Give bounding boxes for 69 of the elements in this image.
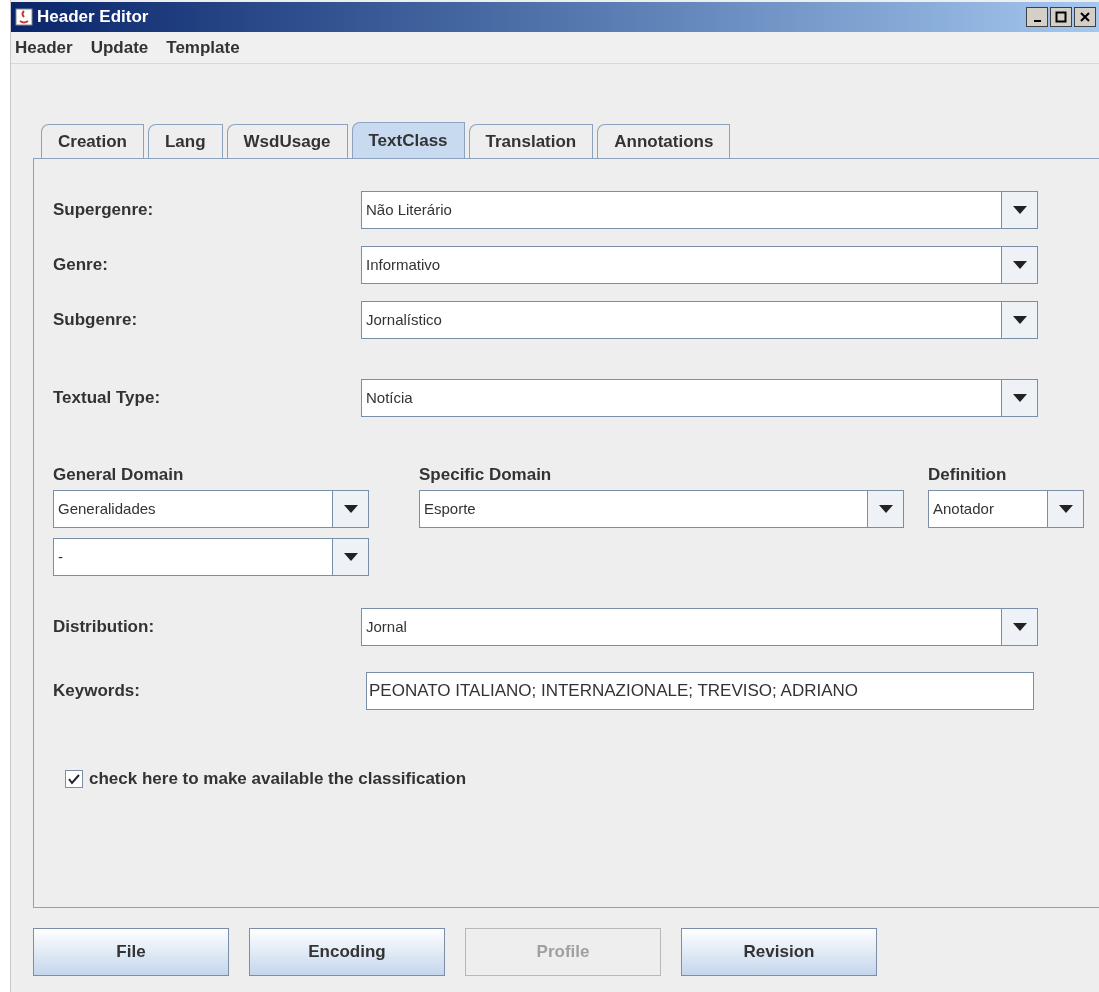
dropdown-value: Notícia bbox=[365, 387, 414, 408]
dropdown[interactable]: Informativo bbox=[361, 246, 1038, 284]
maximize-button[interactable] bbox=[1050, 7, 1072, 27]
field-label: Genre: bbox=[53, 254, 109, 277]
tab[interactable]: WsdUsage bbox=[226, 124, 348, 158]
button[interactable]: Revision bbox=[681, 928, 877, 976]
dropdown-arrow-icon bbox=[1012, 316, 1027, 324]
input-field[interactable]: PEONATO ITALIANO; INTERNAZIONALE; TREVISO; ADRIANO bbox=[366, 672, 1034, 710]
dropdown-arrow-icon bbox=[1012, 394, 1027, 402]
close-button[interactable] bbox=[1074, 7, 1096, 27]
dropdown-arrow-icon bbox=[1012, 206, 1027, 214]
field-label: Textual Type: bbox=[53, 387, 162, 410]
button[interactable]: Encoding bbox=[249, 928, 445, 976]
dropdown-value: Anotador bbox=[932, 498, 995, 519]
field-label: General Domain bbox=[53, 464, 185, 486]
tab[interactable]: TextClass bbox=[351, 122, 465, 158]
window-title: Header Editor bbox=[37, 6, 149, 29]
dropdown[interactable]: Esporte bbox=[419, 490, 904, 528]
dropdown-button[interactable] bbox=[332, 539, 368, 575]
dropdown[interactable]: Não Literário bbox=[361, 191, 1038, 229]
dropdown[interactable]: Notícia bbox=[361, 379, 1038, 417]
dropdown-button[interactable] bbox=[1001, 192, 1037, 228]
field-label: Supergenre: bbox=[53, 199, 155, 222]
dropdown-value: Jornal bbox=[365, 616, 408, 637]
dropdown-value: - bbox=[57, 546, 64, 567]
dropdown-button[interactable] bbox=[867, 491, 903, 527]
field-label: Distribution: bbox=[53, 616, 156, 639]
dropdown-value: Informativo bbox=[365, 254, 442, 275]
menu-item[interactable]: Template bbox=[166, 34, 240, 61]
field-label: Keywords: bbox=[53, 680, 141, 703]
dropdown[interactable]: Jornal bbox=[361, 608, 1038, 646]
dropdown[interactable]: Jornalístico bbox=[361, 301, 1038, 339]
maximize-icon bbox=[1055, 11, 1067, 23]
dropdown-value: Esporte bbox=[423, 498, 477, 519]
dropdown-arrow-icon bbox=[1012, 623, 1027, 631]
tab[interactable]: Lang bbox=[147, 124, 223, 158]
dropdown-arrow-icon bbox=[343, 553, 358, 561]
checkbox-label: check here to make available the classification bbox=[89, 768, 466, 790]
menu-item[interactable]: Header bbox=[15, 34, 73, 61]
dropdown-button[interactable] bbox=[1001, 247, 1037, 283]
dropdown-button[interactable] bbox=[1001, 380, 1037, 416]
menu-item[interactable]: Update bbox=[90, 34, 149, 61]
dropdown[interactable]: Generalidades bbox=[53, 490, 369, 528]
tab[interactable]: Creation bbox=[41, 124, 144, 158]
dropdown-button[interactable] bbox=[1047, 491, 1083, 527]
checkmark-icon bbox=[68, 772, 80, 785]
field-label: Definition bbox=[928, 464, 1008, 486]
dropdown-arrow-icon bbox=[343, 505, 358, 513]
button[interactable]: File bbox=[33, 928, 229, 976]
close-icon bbox=[1079, 11, 1091, 23]
minimize-button[interactable] bbox=[1026, 7, 1048, 27]
dropdown[interactable]: - bbox=[53, 538, 369, 576]
field-label: Specific Domain bbox=[419, 464, 553, 486]
tab[interactable]: Translation bbox=[468, 124, 594, 158]
dropdown[interactable]: Anotador bbox=[928, 490, 1084, 528]
checkbox[interactable] bbox=[65, 769, 83, 788]
dropdown-button[interactable] bbox=[1001, 302, 1037, 338]
dropdown-arrow-icon bbox=[1058, 505, 1073, 513]
dropdown-button[interactable] bbox=[332, 491, 368, 527]
field-label: Subgenre: bbox=[53, 309, 139, 332]
dropdown-arrow-icon bbox=[1012, 261, 1027, 269]
dropdown-value: Não Literário bbox=[365, 199, 453, 220]
dropdown-button[interactable] bbox=[1001, 609, 1037, 645]
minimize-icon bbox=[1033, 20, 1041, 22]
dropdown-arrow-icon bbox=[878, 505, 893, 513]
dropdown-value: Generalidades bbox=[57, 498, 157, 519]
tab[interactable]: Annotations bbox=[597, 124, 731, 158]
dropdown-value: Jornalístico bbox=[365, 309, 443, 330]
app-icon bbox=[15, 8, 33, 26]
